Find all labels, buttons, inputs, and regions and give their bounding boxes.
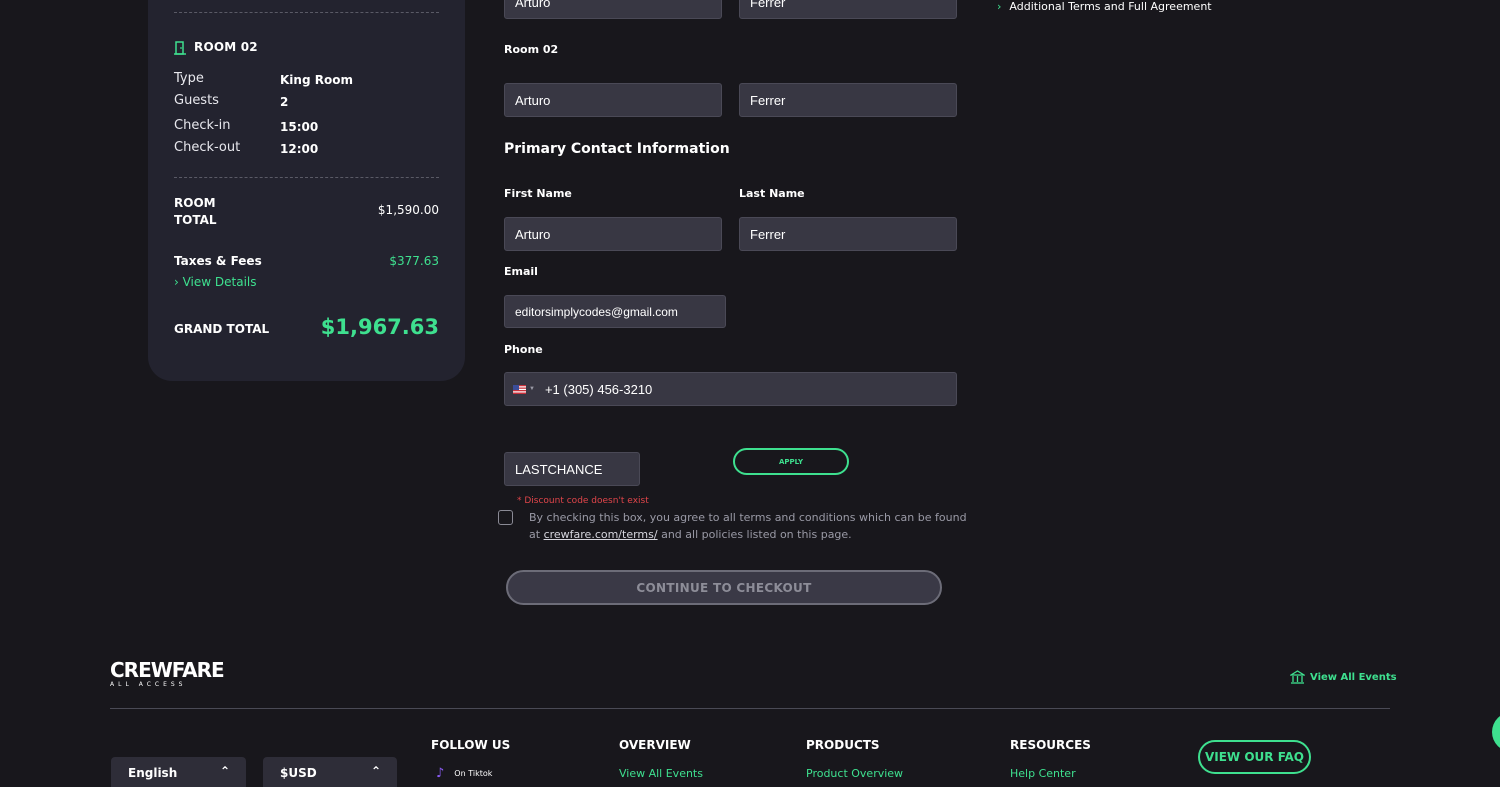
room02-label: Room 02 [504,43,559,56]
room-total-label-line1: ROOM [174,196,216,210]
chevron-right-icon: › [997,0,1002,13]
divider [174,177,439,178]
footer-divider [110,708,1390,709]
divider [174,12,439,13]
email-label: Email [504,265,538,278]
country-flag-selector[interactable]: ▼ [505,384,543,394]
room1-last-name-input[interactable]: Ferrer [739,0,957,19]
checkout-label: Check-out [174,140,241,155]
taxes-value: $377.63 [389,254,439,268]
view-all-events-link[interactable]: View All Events [1290,670,1397,684]
resources-heading: RESOURCES [1010,738,1091,752]
chevron-down-icon: ▼ [529,386,535,392]
logo-main: CREWFARE [110,658,225,682]
continue-to-checkout-button[interactable]: CONTINUE TO CHECKOUT [506,570,942,605]
logo-sub: ALL ACCESS [110,681,187,688]
guests-value: 2 [280,95,289,109]
checkin-value: 15:00 [280,120,319,134]
phone-field[interactable]: ▼ +1 (305) 456-3210 [504,372,957,406]
overview-view-all-events-link[interactable]: View All Events [619,767,703,780]
type-value: King Room [280,73,353,87]
chat-bubble-button[interactable] [1492,712,1500,752]
building-icon [1290,670,1305,684]
overview-heading: OVERVIEW [619,738,691,752]
terms-text: By checking this box, you agree to all t… [529,509,967,543]
follow-us-heading: FOLLOW US [431,738,511,752]
additional-terms-label: Additional Terms and Full Agreement [1009,0,1212,13]
product-overview-link[interactable]: Product Overview [806,767,903,780]
last-name-label: Last Name [739,187,805,200]
first-name-label: First Name [504,187,572,200]
terms-link[interactable]: crewfare.com/terms/ [544,528,658,541]
language-dropdown[interactable]: English ⌃ [111,757,246,787]
terms-text-line1: By checking this box, you agree to all t… [529,511,967,524]
apply-button[interactable]: APPLY [733,448,849,475]
first-name-input[interactable]: Arturo [504,217,722,251]
room2-first-name-input[interactable]: Arturo [504,83,722,117]
taxes-label: Taxes & Fees [174,254,262,268]
grand-total-value: $1,967.63 [320,315,439,339]
room-total-label-line2: TOTAL [174,213,217,227]
terms-text-post: and all policies listed on this page. [661,528,852,541]
terms-text-line2: at crewfare.com/terms/ and all policies … [529,526,967,543]
primary-contact-heading: Primary Contact Information [504,141,730,157]
last-name-input[interactable]: Ferrer [739,217,957,251]
view-faq-button[interactable]: VIEW OUR FAQ [1198,740,1311,774]
room-total-value: $1,590.00 [377,203,439,217]
checkin-label: Check-in [174,118,231,133]
discount-code-input[interactable]: LASTCHANCE [504,452,640,486]
chevron-up-icon: ⌃ [370,764,381,778]
type-label: Type [174,71,204,86]
grand-total-label: GRAND TOTAL [174,322,270,336]
room-title: ROOM 02 [194,40,258,54]
checkout-value: 12:00 [280,142,319,156]
discount-error: * Discount code doesn't exist [517,496,649,506]
currency-dropdown[interactable]: $USD ⌃ [263,757,397,787]
products-heading: PRODUCTS [806,738,880,752]
chevron-up-icon: ⌃ [219,764,230,778]
additional-terms-link[interactable]: › Additional Terms and Full Agreement [997,0,1212,13]
us-flag-icon [513,384,526,394]
phone-input[interactable]: +1 (305) 456-3210 [545,382,652,397]
terms-checkbox[interactable] [498,510,513,525]
terms-text-pre: at [529,528,541,541]
tiktok-link[interactable]: ♪ On Tiktok [436,766,492,781]
room2-last-name-input[interactable]: Ferrer [739,83,957,117]
tiktok-label: On Tiktok [454,769,493,778]
room-total-label: ROOM TOTAL [174,195,217,229]
tiktok-icon: ♪ [436,766,445,781]
phone-label: Phone [504,343,543,356]
crewfare-logo[interactable]: CREWFARE ALL ACCESS [110,658,225,688]
room1-first-name-input[interactable]: Arturo [504,0,722,19]
view-details-link[interactable]: › View Details [174,275,257,289]
guests-label: Guests [174,93,219,108]
help-center-link[interactable]: Help Center [1010,767,1076,780]
door-icon [174,40,186,59]
view-all-events-label: View All Events [1310,671,1397,683]
email-input[interactable]: editorsimplycodes@gmail.com [504,295,726,328]
